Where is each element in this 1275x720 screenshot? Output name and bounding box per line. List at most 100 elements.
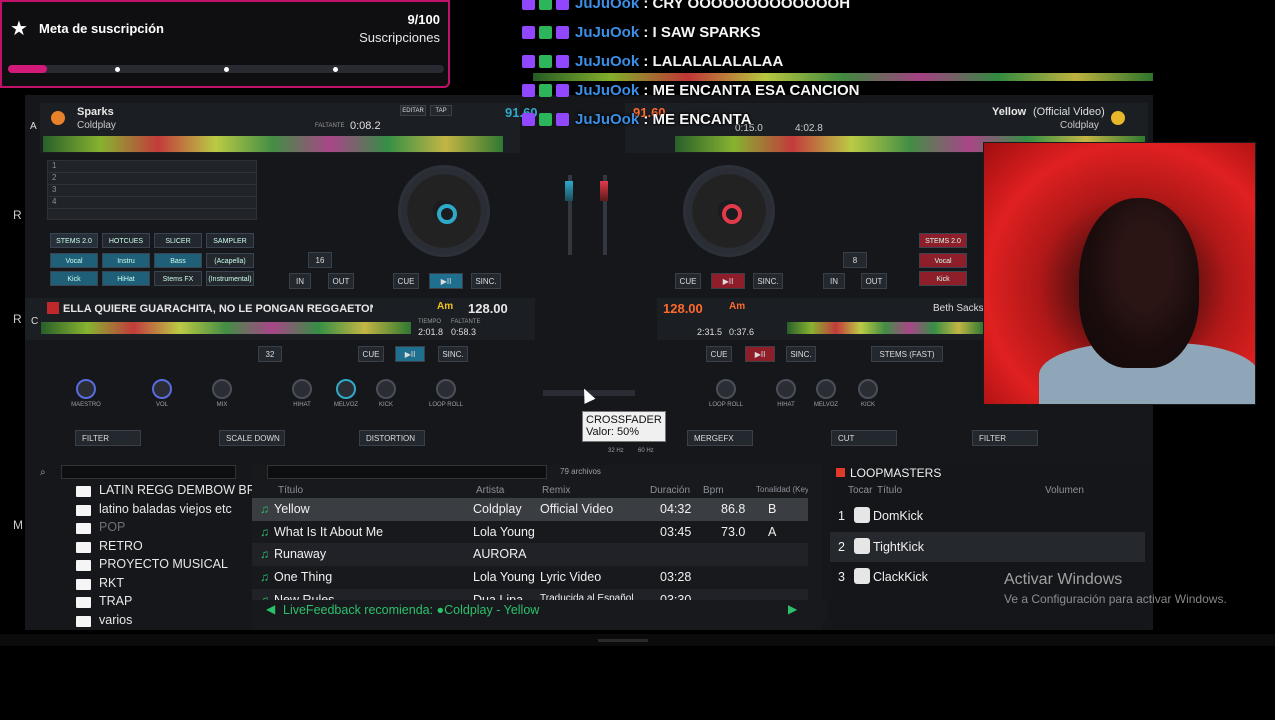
search-input[interactable] [61, 465, 236, 479]
stem-pad-stems-fx[interactable]: Stems FX [154, 271, 202, 286]
stem-pad-vocal[interactable]: Vocal [50, 253, 98, 268]
melvoz-knob-b[interactable] [816, 379, 836, 399]
deck-c-waveform[interactable] [41, 322, 411, 334]
tab-stems[interactable]: STEMS 2.0 [50, 233, 98, 248]
column-header-key[interactable]: Tonalidad (Key [756, 485, 808, 494]
folder-item[interactable]: POP [32, 520, 252, 539]
tab-slicer[interactable]: SLICER [154, 233, 202, 248]
hihat-knob-label: HIHAT [777, 402, 795, 408]
browser-folder-tree: ⌕ LATIN REGG DEMBOW BR AF latino baladas… [32, 465, 274, 627]
stem-pad-kick-b[interactable]: Kick [919, 271, 967, 286]
folder-item[interactable]: LATIN REGG DEMBOW BR AF [32, 483, 274, 502]
deck-a-sync-button[interactable]: SINC. [471, 273, 501, 289]
table-row[interactable]: ♫ One Thing Lola Young Lyric Video 03:28 [252, 566, 808, 589]
drum-icon [854, 568, 870, 584]
stem-pad-hihat[interactable]: HiHat [102, 271, 150, 286]
track-search-input[interactable] [267, 465, 547, 479]
loop-roll-knob[interactable] [436, 379, 456, 399]
subscription-goal-panel: ★ Meta de suscripción 9/100 Suscripcione… [0, 0, 450, 88]
deck-b-loop-in-button[interactable]: IN [823, 273, 845, 289]
deck-c-cue-button[interactable]: CUE [358, 346, 384, 362]
hihat-knob[interactable] [292, 379, 312, 399]
folder-item[interactable]: RKT [32, 576, 252, 595]
deck-c-play-button[interactable]: ▶II [395, 346, 425, 362]
deck-b-cue-button[interactable]: CUE [675, 273, 701, 289]
deck-a-loop-out-button[interactable]: OUT [328, 273, 354, 289]
deck-a-waveform[interactable] [43, 136, 503, 152]
tab-hotcues[interactable]: HOTCUES [102, 233, 150, 248]
column-header-artist[interactable]: Artista [476, 485, 504, 496]
melvoz-knob[interactable] [336, 379, 356, 399]
stem-pad-acapella[interactable]: (Acapella) [206, 253, 254, 268]
fx-select-distortion[interactable]: DISTORTION [359, 430, 425, 446]
deck-a-play-button[interactable]: ▶II [429, 273, 463, 289]
deck-b-loop-out-button[interactable]: OUT [861, 273, 887, 289]
column-header-remix[interactable]: Remix [542, 485, 570, 496]
search-icon[interactable]: ⌕ [40, 467, 46, 478]
stem-pad-vocal-b[interactable]: Vocal [919, 253, 967, 268]
melvoz-knob-label: MELVOZ [333, 402, 359, 408]
deck-a-loop-size[interactable]: 16 [308, 252, 332, 268]
master-knob-label: MAESTRO [71, 402, 101, 408]
kick-knob-b[interactable] [858, 379, 878, 399]
table-row[interactable]: ♫ What Is It About Me Lola Young 03:45 7… [252, 521, 808, 544]
column-header-bpm[interactable]: Bpm [703, 485, 724, 496]
fx-select-mergefx[interactable]: MERGEFX [687, 430, 753, 446]
background-letter: R [13, 208, 22, 222]
deck-c-sync-button[interactable]: SINC. [438, 346, 468, 362]
column-header-title[interactable]: Título [278, 485, 303, 496]
track-artist: Lola Young [473, 570, 535, 585]
deck-d-waveform[interactable] [787, 322, 983, 334]
stem-pad-bass[interactable]: Bass [154, 253, 202, 268]
fx-select-scale-down[interactable]: SCALE DOWN [219, 430, 285, 446]
fx-select-cut[interactable]: CUT [831, 430, 897, 446]
deck-a-jog-wheel[interactable] [398, 165, 490, 257]
loop-roll-knob-label: LOOP ROLL [429, 402, 463, 408]
sampler-item[interactable]: 1 DomKick [830, 501, 1145, 532]
table-row[interactable]: ♫ Yellow Coldplay Official Video 04:32 8… [252, 498, 808, 521]
deck-d-stems-select[interactable]: STEMS (FAST) [871, 346, 943, 362]
stem-pad-instru[interactable]: Instru [102, 253, 150, 268]
volume-knob[interactable] [152, 379, 172, 399]
deck-b-jog-wheel[interactable] [683, 165, 775, 257]
deck-d-sync-button[interactable]: SINC. [786, 346, 816, 362]
fx-select-filter-b[interactable]: FILTER [972, 430, 1038, 446]
recommendation-text[interactable]: LiveFeedback recomienda: ●Coldplay - Yel… [283, 603, 539, 617]
stem-pad-instrumental[interactable]: (Instrumental) [206, 271, 254, 286]
vu-meter-b [600, 181, 608, 201]
deck-c-loop-size[interactable]: 32 [258, 346, 282, 362]
deck-c-bpm: 128.00 [468, 301, 508, 316]
deck-d-cue-button[interactable]: CUE [706, 346, 732, 362]
mix-knob[interactable] [212, 379, 232, 399]
kick-knob[interactable] [376, 379, 396, 399]
fx-select-filter[interactable]: FILTER [75, 430, 141, 446]
tap-button[interactable]: TAP [430, 105, 452, 116]
edit-button[interactable]: EDITAR [400, 105, 426, 116]
arrow-right-icon[interactable]: ▶ [788, 602, 797, 616]
column-header-duration[interactable]: Duración [650, 485, 690, 496]
folder-item[interactable]: TRAP [32, 594, 252, 613]
folder-item[interactable]: RETRO [32, 539, 252, 558]
deck-a-hotcue-grid[interactable]: 1234 [47, 160, 257, 220]
tab-sampler[interactable]: SAMPLER [206, 233, 254, 248]
column-header-title: Título [877, 485, 903, 496]
time-label: TIEMPO [418, 319, 442, 325]
sampler-item[interactable]: 2 TightKick [830, 531, 1145, 562]
folder-item[interactable]: latino baladas viejos etc [32, 502, 252, 521]
deck-a-loop-in-button[interactable]: IN [289, 273, 311, 289]
deck-b-play-button[interactable]: ▶II [711, 273, 745, 289]
stem-pad-kick[interactable]: Kick [50, 271, 98, 286]
deck-d-play-button[interactable]: ▶II [745, 346, 775, 362]
folder-item[interactable]: varios [32, 613, 252, 632]
badge-icon [522, 26, 535, 39]
loop-roll-knob-b[interactable] [716, 379, 736, 399]
table-row[interactable]: ♫ Runaway AURORA [252, 543, 808, 567]
hihat-knob-b[interactable] [776, 379, 796, 399]
deck-b-loop-size[interactable]: 8 [843, 252, 867, 268]
deck-a-cue-button[interactable]: CUE [393, 273, 419, 289]
folder-item[interactable]: PROYECTO MUSICAL [32, 557, 252, 576]
tab-stems-b[interactable]: STEMS 2.0 [919, 233, 967, 248]
master-knob[interactable] [76, 379, 96, 399]
deck-b-sync-button[interactable]: SINC. [753, 273, 783, 289]
arrow-left-icon[interactable]: ◀ [266, 602, 275, 616]
